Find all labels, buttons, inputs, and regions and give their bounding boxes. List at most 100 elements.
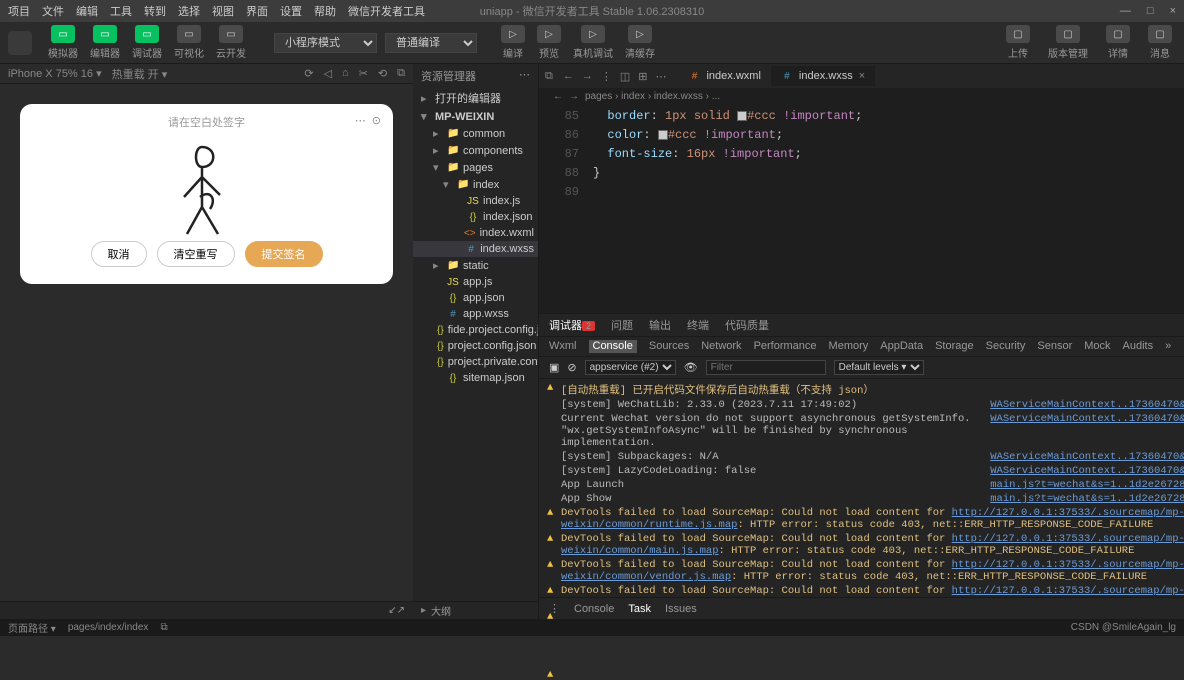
menu-界面[interactable]: 界面 xyxy=(246,3,268,19)
editor-tool-icon[interactable]: ◫ xyxy=(616,70,634,83)
breadcrumb[interactable]: ← → pages › index › index.wxss › ... xyxy=(539,88,1184,105)
loglevel-select[interactable]: Default levels ▾ xyxy=(834,360,924,375)
dt-tab-Performance[interactable]: Performance xyxy=(754,340,817,353)
dt-tab-Sources[interactable]: Sources xyxy=(649,340,689,353)
menu-编辑[interactable]: 编辑 xyxy=(76,3,98,19)
remote-debug-button[interactable]: ▷真机调试 xyxy=(569,25,617,60)
dt-tab-输出[interactable]: 输出 xyxy=(649,317,671,333)
log-source-link[interactable]: WAServiceMainContext..17360470&v=2.33.0:… xyxy=(990,465,1184,477)
bottom-tab-Issues[interactable]: Issues xyxy=(665,603,697,615)
submit-button[interactable]: 提交签名 xyxy=(245,241,323,267)
file-index.json[interactable]: {}index.json xyxy=(413,209,538,225)
clear-button[interactable]: 清空重写 xyxy=(157,241,235,267)
tabs-overflow-icon[interactable]: » xyxy=(1165,340,1171,353)
rotate-icon[interactable]: ⟲ xyxy=(378,67,387,80)
page-path-label[interactable]: 页面路径 ▾ xyxy=(8,620,56,635)
tab-index.wxss[interactable]: #index.wxss× xyxy=(771,66,875,86)
inspect-icon[interactable]: ▣ xyxy=(549,361,559,374)
dt-tab-Network[interactable]: Network xyxy=(701,340,741,353)
panel-toggle-编辑器[interactable]: ▭编辑器 xyxy=(86,25,124,60)
menu-帮助[interactable]: 帮助 xyxy=(314,3,336,19)
file-index.js[interactable]: JSindex.js xyxy=(413,193,538,209)
compile-mode-select[interactable]: 小程序模式 xyxy=(274,33,377,53)
back-icon[interactable]: ◁ xyxy=(324,67,332,80)
editor-tool-icon[interactable]: ⊞ xyxy=(634,70,651,83)
menu-项目[interactable]: 项目 xyxy=(8,3,30,19)
nav-fwd-icon[interactable]: → xyxy=(578,70,597,82)
dt-tab-Storage[interactable]: Storage xyxy=(935,340,974,353)
panel-toggle-模拟器[interactable]: ▭模拟器 xyxy=(44,25,82,60)
dt-tab-问题[interactable]: 问题 xyxy=(611,317,633,333)
context-select[interactable]: appservice (#2) xyxy=(585,360,676,375)
dt-tab-终端[interactable]: 终端 xyxy=(687,317,709,333)
detach-icon[interactable]: ⧉ xyxy=(397,67,405,80)
file-components[interactable]: ▸📁components xyxy=(413,142,538,159)
panel-toggle-云开发[interactable]: ▭云开发 xyxy=(212,25,250,60)
bottom-tab-Console[interactable]: Console xyxy=(574,603,614,615)
cancel-button[interactable]: 取消 xyxy=(91,241,147,267)
log-source-link[interactable]: WAServiceMainContext..17360470&v=2.33.0:… xyxy=(990,399,1184,411)
open-editors-section[interactable]: ▸打开的编辑器 xyxy=(413,88,538,108)
panel-toggle-可视化[interactable]: ▭可视化 xyxy=(170,25,208,60)
signature-canvas[interactable] xyxy=(30,136,383,241)
file-static[interactable]: ▸📁static xyxy=(413,257,538,274)
eye-icon[interactable]: 👁 xyxy=(684,361,698,374)
close-button[interactable]: × xyxy=(1170,5,1176,17)
file-sitemap.json[interactable]: {}sitemap.json xyxy=(413,370,538,386)
log-source-link[interactable]: main.js?t=wechat&s=1..1d2e267281433ff5:9… xyxy=(990,479,1184,491)
menu-微信开发者工具[interactable]: 微信开发者工具 xyxy=(348,3,425,19)
detail-button[interactable]: ▢详情 xyxy=(1102,25,1134,60)
menu-工具[interactable]: 工具 xyxy=(110,3,132,19)
copy-icon[interactable]: ⧉ xyxy=(160,622,167,633)
bc-fwd-icon[interactable]: → xyxy=(569,91,579,102)
file-app.js[interactable]: JSapp.js xyxy=(413,274,538,290)
menu-设置[interactable]: 设置 xyxy=(280,3,302,19)
menu-转到[interactable]: 转到 xyxy=(144,3,166,19)
nav-back-icon[interactable]: ← xyxy=(559,70,578,82)
dt-tab-调试器[interactable]: 调试器2 xyxy=(549,317,595,333)
file-app.json[interactable]: {}app.json xyxy=(413,290,538,306)
editor-tool-icon[interactable]: ⋮ xyxy=(597,70,616,83)
sim-resize-icon[interactable]: ↙↗ xyxy=(388,605,405,616)
log-source-link[interactable]: WAServiceMainContext..17360470&v=2.33.0:… xyxy=(990,451,1184,463)
console-output[interactable]: [自动热重载] 已开启代码文件保存后自动热重载（不支持 json）[system… xyxy=(539,379,1184,597)
log-source-link[interactable]: main.js?t=wechat&s=1..1d2e267281433ff5:9… xyxy=(990,493,1184,505)
compile-button[interactable]: ▷编译 xyxy=(497,25,529,60)
refresh-icon[interactable]: ⟳ xyxy=(304,67,313,80)
simulator-viewport[interactable]: 请在空白处签字 ⋯ ⊙ 取消 清空重写 提交签名 xyxy=(20,104,393,284)
hot-reload-toggle[interactable]: 热重载 开 ▾ xyxy=(112,66,168,82)
file-pages[interactable]: ▾📁pages xyxy=(413,159,538,176)
msg-button[interactable]: ▢消息 xyxy=(1144,25,1176,60)
close-icon[interactable]: ⊙ xyxy=(372,114,381,127)
minimize-button[interactable]: — xyxy=(1120,5,1131,17)
version-button[interactable]: ▢版本管理 xyxy=(1044,25,1092,60)
code-editor[interactable]: 8586878889 border: 1px solid #ccc !impor… xyxy=(539,105,1184,313)
file-fide.project.config.json[interactable]: {}fide.project.config.json xyxy=(413,322,538,338)
bottom-tab-Task[interactable]: Task xyxy=(628,603,651,615)
cut-icon[interactable]: ✂ xyxy=(359,67,368,80)
file-project.config.json[interactable]: {}project.config.json xyxy=(413,338,538,354)
filter-input[interactable] xyxy=(706,360,826,375)
file-index[interactable]: ▾📁index xyxy=(413,176,538,193)
menu-文件[interactable]: 文件 xyxy=(42,3,64,19)
dt-tab-Console[interactable]: Console xyxy=(589,340,637,353)
editor-toolbar-icon[interactable]: ⧉ xyxy=(539,70,559,83)
dt-tab-Security[interactable]: Security xyxy=(986,340,1026,353)
file-project.private.config.js[interactable]: {}project.private.config.js xyxy=(413,354,538,370)
dt-tab-Memory[interactable]: Memory xyxy=(829,340,869,353)
project-root[interactable]: ▾MP-WEIXIN xyxy=(413,108,538,125)
maximize-button[interactable]: □ xyxy=(1147,5,1154,17)
bc-back-icon[interactable]: ← xyxy=(553,91,563,102)
upload-button[interactable]: ▢上传 xyxy=(1002,25,1034,60)
file-common[interactable]: ▸📁common xyxy=(413,125,538,142)
dt-tab-代码质量[interactable]: 代码质量 xyxy=(725,317,769,333)
menu-视图[interactable]: 视图 xyxy=(212,3,234,19)
dt-tab-Mock[interactable]: Mock xyxy=(1084,340,1110,353)
tab-index.wxml[interactable]: #index.wxml xyxy=(678,66,770,86)
tab-close-icon[interactable]: × xyxy=(859,70,865,82)
preview-button[interactable]: ▷预览 xyxy=(533,25,565,60)
home-icon[interactable]: ⌂ xyxy=(342,67,349,80)
explorer-more-icon[interactable]: ⋯ xyxy=(519,68,530,84)
dt-tab-Audits[interactable]: Audits xyxy=(1123,340,1154,353)
log-source-link[interactable]: WAServiceMainContext..17360470&v=2.33.0:… xyxy=(990,413,1184,449)
